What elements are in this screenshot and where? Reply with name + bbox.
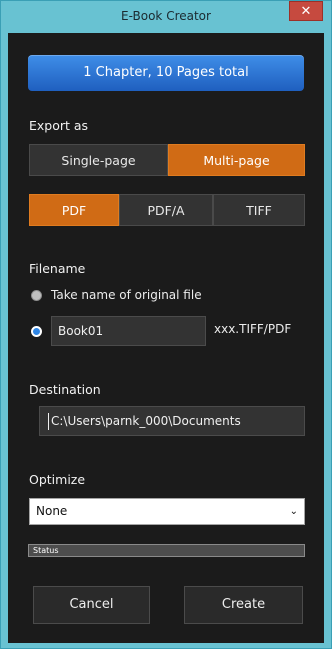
original-name-radio[interactable] (31, 290, 42, 301)
cancel-button[interactable]: Cancel (33, 586, 150, 624)
destination-label: Destination (29, 382, 101, 397)
single-page-toggle[interactable]: Single-page (29, 144, 168, 176)
optimize-selected-value: None (36, 504, 68, 518)
dialog-content: 1 Chapter, 10 Pages total Export as Sing… (8, 33, 324, 643)
destination-path: C:\Users\parnk_000\Documents (51, 414, 241, 428)
custom-name-radio[interactable] (31, 326, 42, 337)
title-bar[interactable]: E-Book Creator ✕ (1, 1, 331, 33)
window-frame-right (324, 33, 331, 648)
chevron-down-icon: ⌄ (289, 506, 298, 517)
filename-suffix: xxx.TIFF/PDF (214, 322, 292, 336)
optimize-label: Optimize (29, 472, 86, 487)
filename-input[interactable]: Book01 (51, 316, 206, 346)
text-cursor (48, 413, 49, 430)
window-frame-left (1, 33, 8, 648)
destination-input[interactable]: C:\Users\parnk_000\Documents (39, 406, 305, 436)
close-icon[interactable]: ✕ (289, 1, 323, 21)
window-title: E-Book Creator (121, 9, 211, 23)
summary-button[interactable]: 1 Chapter, 10 Pages total (28, 55, 304, 91)
status-label: Status (33, 546, 59, 555)
pdfa-format-toggle[interactable]: PDF/A (119, 194, 213, 226)
ebook-creator-window: E-Book Creator ✕ 1 Chapter, 10 Pages tot… (0, 0, 332, 649)
optimize-select[interactable]: None ⌄ (29, 498, 305, 525)
tiff-format-toggle[interactable]: TIFF (213, 194, 305, 226)
export-as-label: Export as (29, 118, 89, 133)
pdf-format-toggle[interactable]: PDF (29, 194, 119, 226)
multi-page-toggle[interactable]: Multi-page (168, 144, 305, 176)
create-button[interactable]: Create (184, 586, 303, 624)
original-name-label: Take name of original file (51, 288, 202, 302)
filename-label: Filename (29, 261, 86, 276)
status-bar: Status (28, 544, 305, 557)
